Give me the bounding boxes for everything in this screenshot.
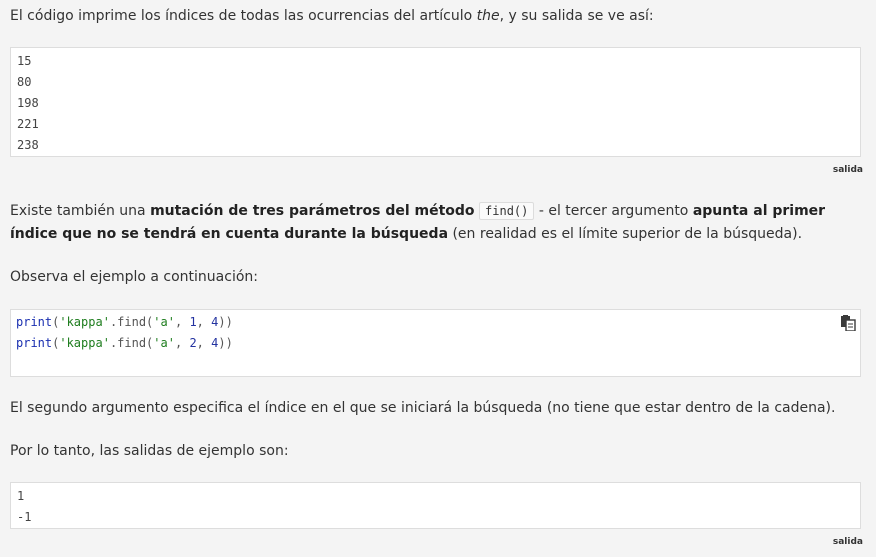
code-line-1: print('kappa'.find('a', 1, 4)): [11, 312, 860, 333]
lesson-page: El código imprime los índices de todas l…: [0, 0, 876, 557]
code-punct: ,: [196, 336, 212, 350]
code-punct: ,: [174, 315, 190, 329]
code-punct: ,: [174, 336, 190, 350]
output-caption-2: salida: [832, 537, 863, 547]
mutation-paragraph: Existe también una mutación de tres pará…: [10, 200, 858, 246]
code-line-2: print('kappa'.find('a', 2, 4)): [11, 333, 860, 354]
output-line: 15: [17, 54, 32, 68]
observe-paragraph: Observa el ejemplo a continuación:: [10, 269, 258, 285]
code-punct: )): [218, 336, 233, 350]
code-keyword: print: [16, 336, 53, 350]
therefore-paragraph: Por lo tanto, las salidas de ejemplo son…: [10, 443, 289, 459]
mutation-text-2: - el tercer argumento: [534, 203, 693, 219]
output-line: 80: [17, 75, 32, 89]
intro-text-end: , y su salida se ve así:: [499, 8, 654, 24]
mutation-text-3: (en realidad es el límite superior de la…: [448, 226, 803, 242]
intro-paragraph: El código imprime los índices de todas l…: [10, 5, 858, 28]
output-line: 221: [17, 117, 39, 131]
output-caption-1: salida: [832, 165, 863, 175]
clipboard-icon[interactable]: [840, 315, 856, 331]
code-number: 1: [189, 315, 197, 329]
mutation-text-1: Existe también una: [10, 203, 151, 219]
code-box[interactable]: print('kappa'.find('a', 1, 4)) print('ka…: [10, 309, 861, 377]
intro-italic-word: the: [476, 8, 500, 24]
output-line: 238: [17, 138, 39, 152]
code-string: 'kappa': [59, 315, 110, 329]
code-punct: )): [218, 315, 233, 329]
output-box-2: 1 -1: [10, 482, 861, 529]
output-box-1: 15 80 198 221 238: [10, 47, 861, 157]
code-keyword: print: [16, 315, 53, 329]
inline-code-find: find(): [479, 202, 535, 220]
code-string: 'kappa': [59, 336, 110, 350]
output-line: 1: [17, 489, 25, 503]
mutation-bold-1: mutación de tres parámetros del método: [150, 203, 475, 219]
code-method: .find(: [109, 315, 154, 329]
second-arg-paragraph: El segundo argumento especifica el índic…: [10, 400, 836, 416]
code-number: 2: [189, 336, 197, 350]
output-line: -1: [17, 510, 32, 524]
code-method: .find(: [109, 336, 154, 350]
code-string: 'a': [153, 336, 175, 350]
intro-text: El código imprime los índices de todas l…: [10, 8, 477, 24]
code-string: 'a': [153, 315, 175, 329]
output-line: 198: [17, 96, 39, 110]
code-punct: ,: [196, 315, 212, 329]
